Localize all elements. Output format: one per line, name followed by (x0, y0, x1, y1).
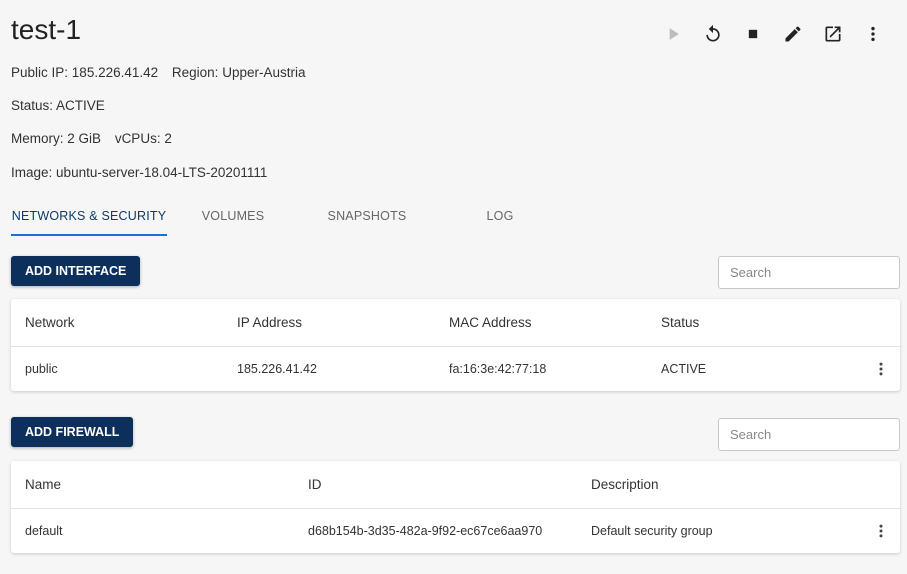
firewalls-table: Name ID Description default d68b154b-3d3… (11, 461, 900, 553)
vcpus-value: 2 (164, 131, 172, 146)
image-info: Image: ubuntu-server-18.04-LTS-20201111 (11, 165, 267, 180)
add-firewall-button[interactable]: ADD FIREWALL (11, 417, 134, 447)
image-value: ubuntu-server-18.04-LTS-20201111 (56, 165, 268, 180)
more-vert-icon (871, 26, 875, 42)
edit-button[interactable] (773, 20, 813, 48)
open-external-icon (825, 26, 841, 42)
table-row[interactable]: public 185.226.41.42 fa:16:3e:42:77:18 A… (11, 347, 900, 390)
resources-info: Memory: 2 GiB vCPUs: 2 (11, 131, 182, 146)
cell-id: d68b154b-3d35-482a-9f92-ec67ce6aa970 (308, 523, 543, 538)
network-info: Public IP: 185.226.41.42 Region: Upper-A… (11, 65, 316, 80)
cell-ip-address: 185.226.41.42 (237, 361, 317, 376)
row-more-button[interactable] (872, 358, 890, 380)
tab-snapshots[interactable]: SNAPSHOTS (299, 198, 435, 236)
restart-icon (706, 24, 720, 42)
open-console-button[interactable] (813, 20, 853, 48)
more-actions-button[interactable] (853, 20, 893, 48)
table-header: Name ID Description (11, 461, 900, 509)
region-value: Upper-Austria (222, 65, 306, 80)
memory-label: Memory: (11, 131, 64, 146)
cell-name: default (25, 523, 63, 538)
interfaces-search-input[interactable] (718, 256, 900, 289)
column-header-description[interactable]: Description (577, 477, 860, 492)
play-icon (669, 28, 679, 40)
status-value: ACTIVE (56, 98, 105, 113)
firewalls-search-input[interactable] (718, 418, 900, 451)
page-title: test-1 (11, 14, 82, 45)
more-vert-icon (879, 362, 883, 375)
region-label: Region: (171, 65, 219, 80)
cell-network: public (25, 361, 58, 376)
stop-button[interactable] (733, 20, 773, 48)
tab-log[interactable]: LOG (435, 198, 565, 236)
instance-toolbar (653, 20, 893, 48)
status-label: Status: (11, 98, 54, 113)
column-header-mac-address[interactable]: MAC Address (435, 315, 647, 330)
restart-button[interactable] (693, 20, 733, 48)
column-header-name[interactable]: Name (11, 477, 294, 492)
public-ip-value: 185.226.41.42 (71, 65, 159, 80)
table-row[interactable]: default d68b154b-3d35-482a-9f92-ec67ce6a… (11, 509, 900, 552)
interfaces-table: Network IP Address MAC Address Status pu… (11, 299, 900, 391)
cell-mac-address: fa:16:3e:42:77:18 (449, 361, 547, 376)
start-button[interactable] (653, 20, 693, 48)
column-header-ip-address[interactable]: IP Address (223, 315, 435, 330)
row-more-button[interactable] (872, 520, 890, 542)
memory-value: 2 GiB (67, 131, 102, 146)
stop-icon (748, 29, 758, 39)
cell-description: Default security group (591, 523, 713, 538)
image-label: Image: (11, 165, 53, 180)
column-header-id[interactable]: ID (294, 477, 577, 492)
cell-status: ACTIVE (661, 361, 707, 376)
edit-icon (785, 26, 801, 42)
public-ip-label: Public IP: (11, 65, 69, 80)
tab-bar: NETWORKS & SECURITY VOLUMES SNAPSHOTS LO… (11, 198, 565, 236)
tab-networks-security[interactable]: NETWORKS & SECURITY (11, 198, 167, 236)
column-header-network[interactable]: Network (11, 315, 223, 330)
vcpus-label: vCPUs: (114, 131, 161, 146)
table-header: Network IP Address MAC Address Status (11, 299, 900, 347)
more-vert-icon (879, 524, 883, 537)
add-interface-button[interactable]: ADD INTERFACE (11, 256, 141, 286)
column-header-status[interactable]: Status (647, 315, 859, 330)
status-info: Status: ACTIVE (11, 98, 105, 113)
tab-volumes[interactable]: VOLUMES (167, 198, 299, 236)
